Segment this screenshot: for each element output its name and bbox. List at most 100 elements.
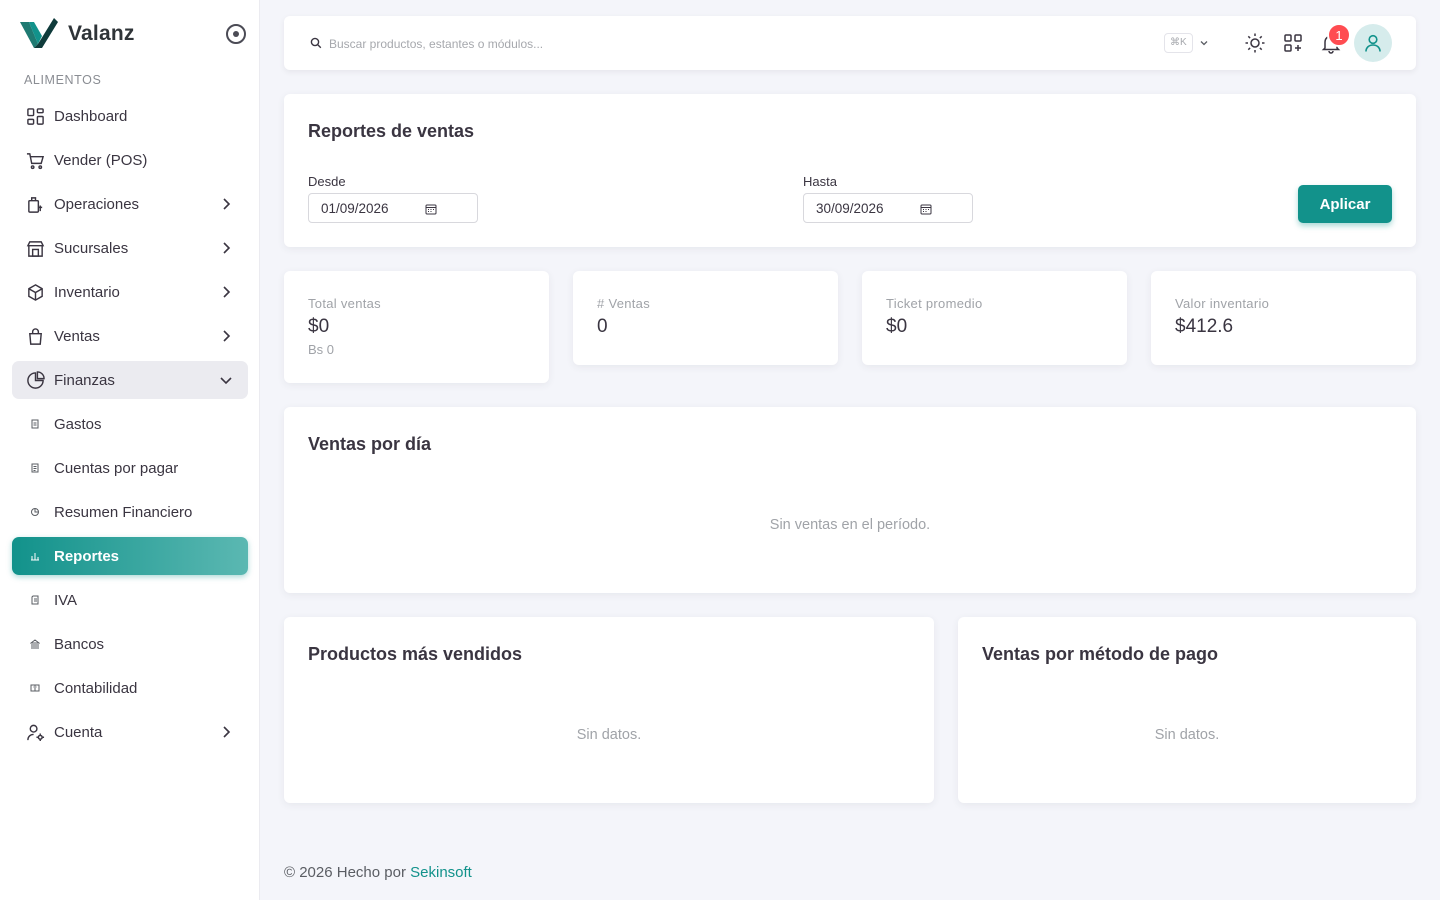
footer-text: © 2026 Hecho por (284, 864, 406, 881)
sidebar-item-iva[interactable]: IVA (12, 581, 248, 619)
stat-value: $0 (308, 316, 330, 337)
sidebar-item-cuenta[interactable]: Cuenta (12, 713, 248, 751)
page-title: Reportes de ventas (308, 121, 475, 141)
from-date-value: 01/09/2026 (321, 200, 389, 216)
from-date-input[interactable]: 01/09/2026 (308, 193, 478, 223)
chevron-right-icon (223, 330, 231, 342)
footer: © 2026 Hecho por Sekinsoft (284, 864, 472, 881)
valanz-logo-icon (20, 18, 58, 48)
ledger-icon (25, 678, 45, 698)
calendar-icon[interactable] (920, 203, 932, 215)
chevron-right-icon (223, 726, 231, 738)
sidebar-item-label: Dashboard (54, 107, 128, 125)
keyboard-shortcut-badge: ⌘K (1164, 33, 1193, 53)
chevron-down-icon[interactable] (1198, 37, 1210, 49)
sidebar-item-label: Cuenta (54, 723, 103, 741)
sidebar-item-label: Sucursales (54, 239, 129, 257)
stat-label: Ticket promedio (886, 296, 983, 311)
dashboard-icon (25, 106, 45, 126)
avatar[interactable] (1354, 24, 1392, 62)
notification-badge: 1 (1327, 23, 1351, 47)
calendar-icon[interactable] (425, 203, 437, 215)
report-filter-card: Reportes de ventas Desde 01/09/2026 Hast… (284, 94, 1416, 247)
stat-label: Total ventas (308, 296, 381, 311)
card-title: Ventas por día (308, 434, 432, 454)
sidebar-item-label: Resumen Financiero (54, 503, 193, 521)
apps-grid-icon[interactable] (1282, 32, 1304, 54)
from-date-label: Desde (308, 174, 346, 189)
sidebar-toggle-button[interactable] (226, 24, 246, 44)
receipt-icon (25, 414, 45, 434)
pie-chart-icon (25, 370, 45, 390)
sidebar-item-label: Finanzas (54, 371, 115, 389)
radio-dot-icon (233, 31, 239, 37)
tax-document-icon (25, 590, 45, 610)
search-icon (310, 37, 322, 49)
search-input[interactable] (329, 34, 1029, 54)
sidebar-item-ventas[interactable]: Ventas (12, 317, 248, 355)
stat-card-total-ventas: Total ventas $0 Bs 0 (284, 271, 549, 383)
cart-icon (25, 150, 45, 170)
sidebar-item-reportes[interactable]: Reportes (12, 537, 248, 575)
chevron-right-icon (223, 286, 231, 298)
sidebar-item-contabilidad[interactable]: Contabilidad (12, 669, 248, 707)
user-icon (1365, 34, 1381, 52)
sun-icon[interactable] (1244, 32, 1266, 54)
top-products-card: Productos más vendidos Sin datos. (284, 617, 934, 803)
to-date-input[interactable]: 30/09/2026 (803, 193, 973, 223)
stat-value: 0 (597, 316, 608, 337)
stat-label: # Ventas (597, 296, 650, 311)
sidebar-item-label: Gastos (54, 415, 102, 433)
footer-link[interactable]: Sekinsoft (410, 864, 472, 881)
stat-value: $0 (886, 316, 908, 337)
sidebar-item-sucursales[interactable]: Sucursales (12, 229, 248, 267)
apply-button[interactable]: Aplicar (1298, 185, 1392, 223)
chevron-down-icon (220, 377, 232, 385)
chevron-right-icon (223, 242, 231, 254)
stat-label: Valor inventario (1175, 296, 1270, 311)
sidebar: Valanz ALIMENTOS Dashboard Vender (POS) … (0, 0, 260, 900)
brand-name: Valanz (68, 22, 135, 45)
stat-value: $412.6 (1175, 316, 1234, 337)
box-icon (25, 282, 45, 302)
sidebar-item-label: Reportes (54, 547, 120, 565)
sidebar-item-finanzas[interactable]: Finanzas (12, 361, 248, 399)
payment-methods-card: Ventas por método de pago Sin datos. (958, 617, 1416, 803)
stat-sub-value: Bs 0 (308, 342, 335, 357)
empty-message: Sin datos. (576, 727, 642, 743)
stat-card-valor-inventario: Valor inventario $412.6 (1151, 271, 1416, 365)
sidebar-item-label: Inventario (54, 283, 120, 301)
sidebar-item-resumen-financiero[interactable]: Resumen Financiero (12, 493, 248, 531)
sidebar-item-dashboard[interactable]: Dashboard (12, 97, 248, 135)
stat-card-ticket-promedio: Ticket promedio $0 (862, 271, 1127, 365)
card-title: Productos más vendidos (308, 644, 523, 664)
sidebar-item-label: Bancos (54, 635, 105, 653)
sidebar-item-label: IVA (54, 591, 78, 609)
to-date-value: 30/09/2026 (816, 200, 884, 216)
sidebar-item-operaciones[interactable]: Operaciones (12, 185, 248, 223)
sidebar-item-label: Vender (POS) (54, 151, 148, 169)
empty-message: Sin datos. (1154, 727, 1220, 743)
section-label: ALIMENTOS (24, 73, 102, 87)
chevron-right-icon (223, 198, 231, 210)
to-date-label: Hasta (803, 174, 837, 189)
sidebar-item-cuentas-por-pagar[interactable]: Cuentas por pagar (12, 449, 248, 487)
sidebar-item-label: Operaciones (54, 195, 140, 213)
store-icon (25, 238, 45, 258)
empty-message: Sin ventas en el período. (769, 517, 931, 533)
user-settings-icon (25, 722, 45, 742)
sidebar-item-pos[interactable]: Vender (POS) (12, 141, 248, 179)
sidebar-item-label: Ventas (54, 327, 100, 345)
invoice-icon (25, 458, 45, 478)
sidebar-item-inventario[interactable]: Inventario (12, 273, 248, 311)
card-title: Ventas por método de pago (982, 644, 1219, 664)
sidebar-item-bancos[interactable]: Bancos (12, 625, 248, 663)
daily-sales-card: Ventas por día Sin ventas en el período. (284, 407, 1416, 593)
sidebar-item-gastos[interactable]: Gastos (12, 405, 248, 443)
topbar: ⌘K 1 (284, 16, 1416, 70)
stat-card-num-ventas: # Ventas 0 (573, 271, 838, 365)
shopping-bag-icon (25, 326, 45, 346)
sidebar-item-label: Cuentas por pagar (54, 459, 179, 477)
operations-icon (25, 194, 45, 214)
brand[interactable]: Valanz (20, 18, 135, 50)
